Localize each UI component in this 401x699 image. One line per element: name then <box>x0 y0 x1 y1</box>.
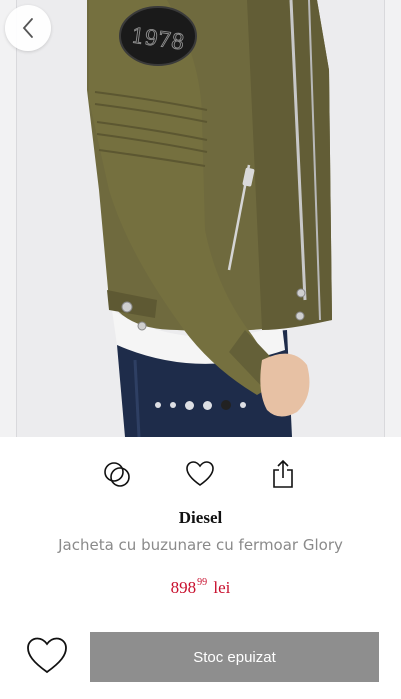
pagination-dot[interactable] <box>170 402 176 408</box>
pagination-dot[interactable] <box>203 400 212 410</box>
heart-icon <box>186 461 214 486</box>
pagination-dot[interactable] <box>240 402 246 408</box>
chevron-left-icon <box>22 18 33 38</box>
product-image-gallery[interactable]: 1978 <box>0 0 401 437</box>
price-cents: 99 <box>197 577 208 589</box>
product-brand[interactable]: Diesel <box>0 508 401 528</box>
product-name: Jacheta cu buzunare cu fermoar Glory <box>58 536 343 554</box>
share-button[interactable] <box>265 456 301 492</box>
wishlist-button[interactable] <box>182 456 218 492</box>
patch-logo: 1978 <box>129 23 186 55</box>
product-actions <box>0 456 401 492</box>
gallery-pagination <box>0 399 401 411</box>
compare-button[interactable] <box>99 456 135 492</box>
svg-text:1978: 1978 <box>130 23 186 54</box>
price-main: 898 <box>170 578 197 597</box>
pagination-dot-active[interactable] <box>221 400 231 410</box>
product-photo <box>17 0 384 437</box>
next-image-peek <box>384 0 401 437</box>
overlapping-circles-icon <box>104 462 130 487</box>
previous-image-peek <box>0 0 17 437</box>
price-currency: lei <box>209 578 231 597</box>
product-price: 89899 lei <box>0 577 401 598</box>
pagination-dot[interactable] <box>185 400 194 410</box>
share-icon <box>273 459 293 488</box>
back-button[interactable] <box>5 5 51 51</box>
heart-icon <box>27 637 67 674</box>
footer-wishlist-button[interactable] <box>26 636 68 676</box>
out-of-stock-button[interactable]: Stoc epuizat <box>90 632 379 682</box>
pagination-dot[interactable] <box>155 402 161 408</box>
